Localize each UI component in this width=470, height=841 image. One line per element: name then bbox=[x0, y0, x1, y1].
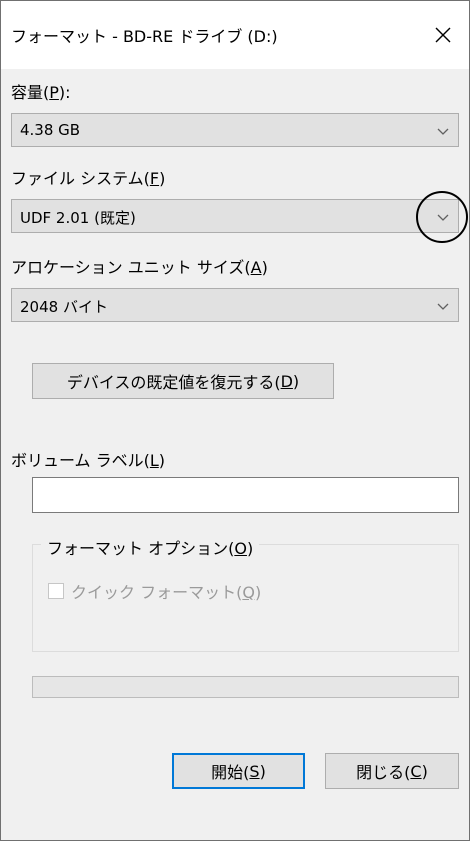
allocation-label: アロケーション ユニット サイズ(A) bbox=[11, 254, 268, 278]
format-options-tail: ) bbox=[246, 539, 254, 558]
filesystem-accesskey: F bbox=[149, 169, 160, 188]
highlight-circle bbox=[416, 191, 468, 243]
start-accesskey: S bbox=[249, 761, 260, 781]
capacity-accesskey: P bbox=[49, 83, 59, 102]
close-icon bbox=[435, 27, 451, 43]
filesystem-value: UDF 2.01 (既定) bbox=[20, 209, 136, 227]
restore-label-main: デバイスの既定値を復元する( bbox=[66, 373, 281, 392]
progress-bar bbox=[32, 676, 459, 698]
close-accesskey: C bbox=[410, 761, 422, 781]
start-label-main: 開始( bbox=[211, 763, 250, 782]
title-bar: フォーマット - BD-RE ドライブ (D:) bbox=[1, 1, 469, 69]
allocation-value: 2048 バイト bbox=[20, 298, 108, 316]
quick-format-checkbox[interactable] bbox=[48, 583, 64, 599]
filesystem-label-main: ファイル システム( bbox=[11, 169, 150, 188]
format-dialog: フォーマット - BD-RE ドライブ (D:) 容量(P): 4.38 GB … bbox=[0, 0, 470, 841]
start-label-tail: ) bbox=[259, 761, 266, 781]
allocation-label-tail: ) bbox=[261, 258, 268, 277]
restore-label-tail: ) bbox=[292, 371, 300, 391]
close-label-tail: ) bbox=[421, 761, 428, 781]
chevron-down-icon bbox=[437, 128, 449, 135]
volume-label-main: ボリューム ラベル( bbox=[11, 451, 150, 470]
volume-label-input[interactable] bbox=[32, 477, 459, 513]
allocation-select[interactable]: 2048 バイト bbox=[11, 288, 459, 322]
format-options-title: フォーマット オプション(O) bbox=[41, 535, 260, 559]
allocation-label-main: アロケーション ユニット サイズ( bbox=[11, 258, 251, 277]
volume-label: ボリューム ラベル(L) bbox=[11, 447, 165, 471]
restore-accesskey: D bbox=[280, 371, 293, 391]
filesystem-select[interactable]: UDF 2.01 (既定) bbox=[11, 199, 459, 233]
close-button[interactable] bbox=[423, 15, 463, 55]
format-options-main: フォーマット オプション( bbox=[47, 539, 235, 558]
quick-format-label[interactable]: クイック フォーマット(Q) bbox=[71, 579, 261, 603]
format-options-accesskey: O bbox=[234, 539, 247, 558]
capacity-label-main: 容量( bbox=[11, 83, 50, 102]
volume-label-tail: ) bbox=[158, 451, 166, 470]
capacity-label: 容量(P): bbox=[11, 79, 71, 103]
allocation-accesskey: A bbox=[250, 258, 262, 277]
capacity-label-tail: ): bbox=[58, 83, 71, 102]
quick-format-accesskey: Q bbox=[242, 583, 255, 602]
quick-format-main: クイック フォーマット( bbox=[71, 583, 243, 602]
close-dialog-button[interactable]: 閉じる(C) bbox=[325, 753, 459, 789]
start-button[interactable]: 開始(S) bbox=[172, 753, 305, 789]
capacity-value: 4.38 GB bbox=[20, 121, 81, 139]
chevron-down-icon bbox=[437, 303, 449, 310]
close-label-main: 閉じる( bbox=[356, 763, 411, 782]
window-title: フォーマット - BD-RE ドライブ (D:) bbox=[11, 27, 278, 46]
quick-format-tail: ) bbox=[254, 583, 262, 602]
capacity-select[interactable]: 4.38 GB bbox=[11, 113, 459, 147]
restore-defaults-button[interactable]: デバイスの既定値を復元する(D) bbox=[32, 363, 334, 399]
filesystem-label: ファイル システム(F) bbox=[11, 165, 165, 189]
filesystem-label-tail: ) bbox=[159, 169, 166, 188]
volume-accesskey: L bbox=[149, 451, 159, 470]
